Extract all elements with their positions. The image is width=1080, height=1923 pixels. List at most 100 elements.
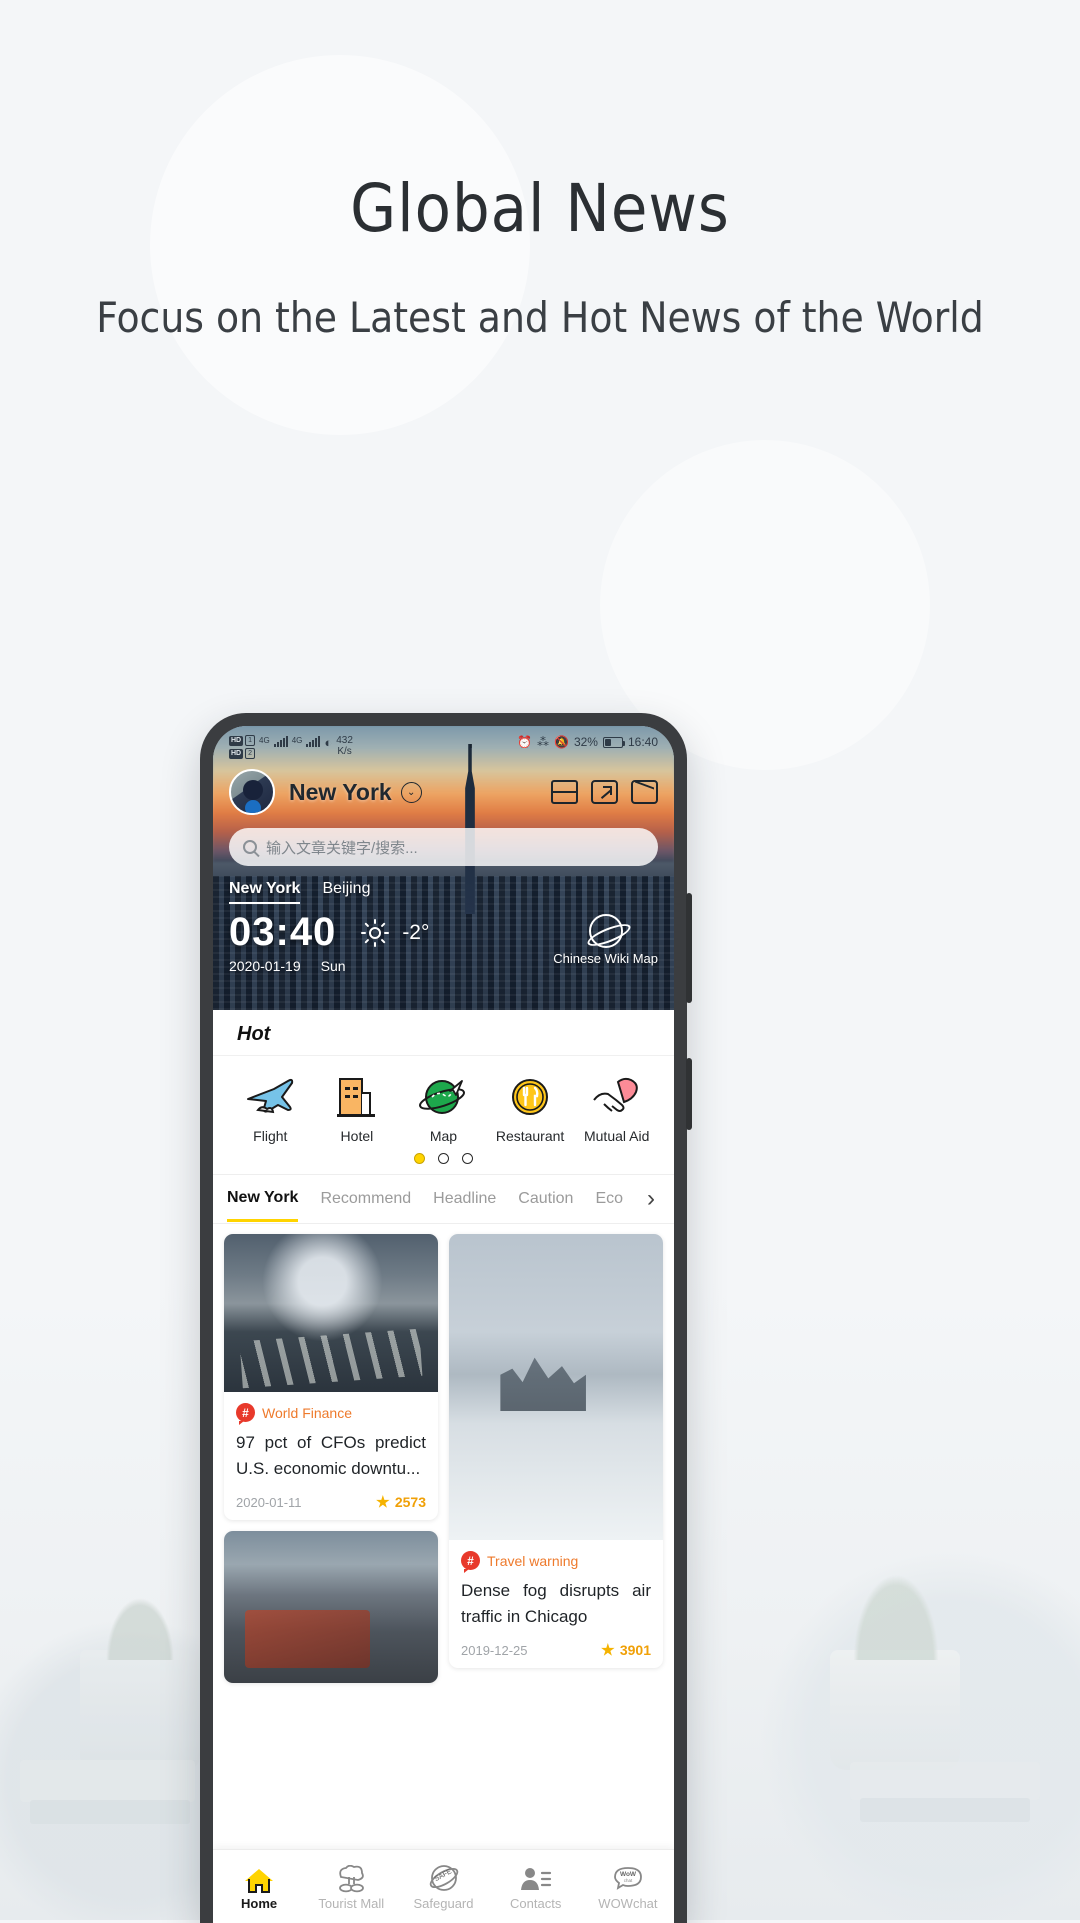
power-button[interactable]	[686, 893, 692, 1003]
news-card[interactable]: # Travel warning Dense fog disrupts air …	[449, 1234, 663, 1668]
mail-icon[interactable]	[631, 780, 658, 804]
volume-button[interactable]	[686, 1058, 692, 1130]
quick-item-map[interactable]: Map	[400, 1070, 487, 1144]
news-image-money	[224, 1234, 438, 1392]
quick-item-restaurant[interactable]: Restaurant	[487, 1070, 574, 1144]
weather-city-tabs: New York Beijing	[229, 880, 658, 904]
svg-text:chat: chat	[624, 1878, 633, 1883]
news-title: Dense fog disrupts air traffic in Chicag…	[461, 1581, 651, 1626]
handshake-icon	[573, 1070, 660, 1124]
nav-item-safeguard[interactable]: SAFE Safeguard	[397, 1850, 489, 1923]
news-category-row: # Travel warning	[461, 1551, 651, 1573]
page-subtitle: Focus on the Latest and Hot News of the …	[96, 293, 984, 342]
weather-weekday: Sun	[320, 958, 346, 974]
carousel-dot-2[interactable]	[438, 1153, 449, 1164]
wifi-icon: ◐	[324, 735, 333, 750]
weather-date: 2020-01-19	[229, 958, 301, 974]
status-bar: HD 1 HD 2 4G 4G ◐ 432 K/s ⏰ ⁂ 🔕 32% 16:4…	[213, 726, 674, 759]
mute-bell-icon: 🔕	[553, 735, 569, 749]
sunny-icon	[361, 918, 390, 947]
search-input[interactable]: 输入文章关键字/搜索...	[229, 828, 658, 866]
page-title: Global News	[350, 170, 730, 247]
nav-label-wowchat: WOWchat	[598, 1895, 658, 1911]
tab-eco[interactable]: Eco	[595, 1178, 623, 1220]
fork-knife-icon	[487, 1070, 574, 1124]
quick-item-hotel[interactable]: Hotel	[314, 1070, 401, 1144]
status-right: ⏰ ⁂ 🔕 32% 16:40	[517, 735, 658, 749]
chevron-down-icon[interactable]: ⌄	[400, 781, 422, 803]
news-card[interactable]: # World Finance 97 pct of CFOs predict U…	[224, 1234, 438, 1520]
books-right-lower	[860, 1798, 1030, 1822]
news-star-count: 3901	[619, 1642, 651, 1658]
tab-caution[interactable]: Caution	[518, 1178, 573, 1220]
news-category: World Finance	[262, 1404, 353, 1421]
svg-text:WoW: WoW	[620, 1871, 637, 1878]
news-card[interactable]	[224, 1531, 438, 1683]
nav-item-contacts[interactable]: Contacts	[490, 1850, 582, 1923]
news-card-body: # Travel warning Dense fog disrupts air …	[449, 1540, 663, 1668]
tab-recommend[interactable]: Recommend	[320, 1178, 411, 1220]
weather-temperature: -2°	[402, 920, 430, 944]
sim1-row: HD 1	[229, 735, 256, 746]
chinese-wiki-map-button[interactable]: Chinese Wiki Map	[553, 914, 658, 968]
news-category: Travel warning	[487, 1552, 579, 1569]
news-category-row: # World Finance	[236, 1403, 426, 1425]
scan-icon[interactable]	[551, 780, 578, 804]
tab-new-york[interactable]: New York	[227, 1177, 299, 1222]
quick-label-restaurant: Restaurant	[495, 1128, 565, 1144]
nav-item-home[interactable]: Home	[213, 1850, 305, 1923]
speed-value: 432	[336, 735, 353, 746]
avatar[interactable]	[229, 769, 275, 815]
safe-globe-icon: SAFE	[427, 1863, 461, 1893]
share-icon[interactable]	[591, 780, 618, 804]
network-speed: 432 K/s	[336, 735, 353, 757]
news-image-fog	[449, 1234, 663, 1540]
plant-left	[80, 1576, 200, 1770]
city-selector-label[interactable]: New York	[289, 779, 392, 806]
hd-badge-2: HD	[229, 748, 244, 759]
nav-item-tourist-mall[interactable]: Tourist Mall	[305, 1850, 397, 1923]
status-left: HD 1 HD 2 4G 4G ◐ 432 K/s	[229, 735, 353, 759]
carousel-dot-1[interactable]	[414, 1153, 425, 1164]
quick-item-mutual-aid[interactable]: Mutual Aid	[573, 1070, 660, 1144]
weather-tab-newyork[interactable]: New York	[229, 880, 301, 904]
nav-label-contacts: Contacts	[510, 1895, 562, 1911]
hero-header: HD 1 HD 2 4G 4G ◐ 432 K/s ⏰ ⁂ 🔕 32% 16:4…	[213, 726, 674, 1010]
hashtag-icon: #	[461, 1551, 480, 1573]
globe-map-icon	[400, 1070, 487, 1124]
weather-tab-beijing[interactable]: Beijing	[322, 880, 370, 904]
quick-label-mutual-aid: Mutual Aid	[583, 1128, 650, 1144]
bluetooth-icon: ⁂	[536, 735, 549, 749]
quick-actions: Flight Hotel Map Restaurant Mutual Aid	[213, 1056, 674, 1144]
tabs-more-arrow-icon[interactable]: ›	[634, 1175, 668, 1223]
news-card-footer: 2019-12-25 3901	[461, 1642, 651, 1658]
news-card-footer: 2020-01-11 2573	[236, 1494, 426, 1510]
phone-screen: HD 1 HD 2 4G 4G ◐ 432 K/s ⏰ ⁂ 🔕 32% 16:4…	[213, 726, 674, 1923]
tab-headline[interactable]: Headline	[433, 1178, 496, 1220]
news-title: 97 pct of CFOs predict U.S. economic dow…	[236, 1433, 426, 1478]
search-placeholder: 输入文章关键字/搜索...	[266, 839, 418, 857]
weather-time: 03:40	[229, 910, 337, 954]
quick-label-hotel: Hotel	[340, 1128, 374, 1144]
signal-bars-2	[306, 735, 321, 747]
home-icon	[245, 1863, 274, 1893]
sim2-row: HD 2	[229, 748, 256, 759]
search-icon	[243, 840, 257, 854]
nav-label-tourist-mall: Tourist Mall	[318, 1895, 385, 1911]
quick-item-flight[interactable]: Flight	[227, 1070, 314, 1144]
tree-icon	[335, 1863, 367, 1893]
alarm-icon: ⏰	[517, 735, 532, 749]
carousel-dot-3[interactable]	[462, 1153, 473, 1164]
signal-bars-1	[273, 735, 288, 747]
news-image-street	[224, 1531, 438, 1683]
books-left	[20, 1760, 195, 1802]
page-heading-block: Global News Focus on the Latest and Hot …	[0, 0, 1080, 348]
news-date: 2020-01-11	[236, 1494, 302, 1510]
wiki-map-label: Chinese Wiki Map	[553, 951, 658, 966]
star-icon	[601, 1643, 615, 1656]
books-left-lower	[30, 1800, 190, 1824]
nav-item-wowchat[interactable]: WoW chat WOWchat	[582, 1850, 674, 1923]
news-card-body: # World Finance 97 pct of CFOs predict U…	[224, 1392, 438, 1520]
sim-badge-2: 2	[245, 748, 256, 759]
weather-widget: New York Beijing 03:40 -2° 2020-01-19 Su…	[213, 880, 674, 974]
